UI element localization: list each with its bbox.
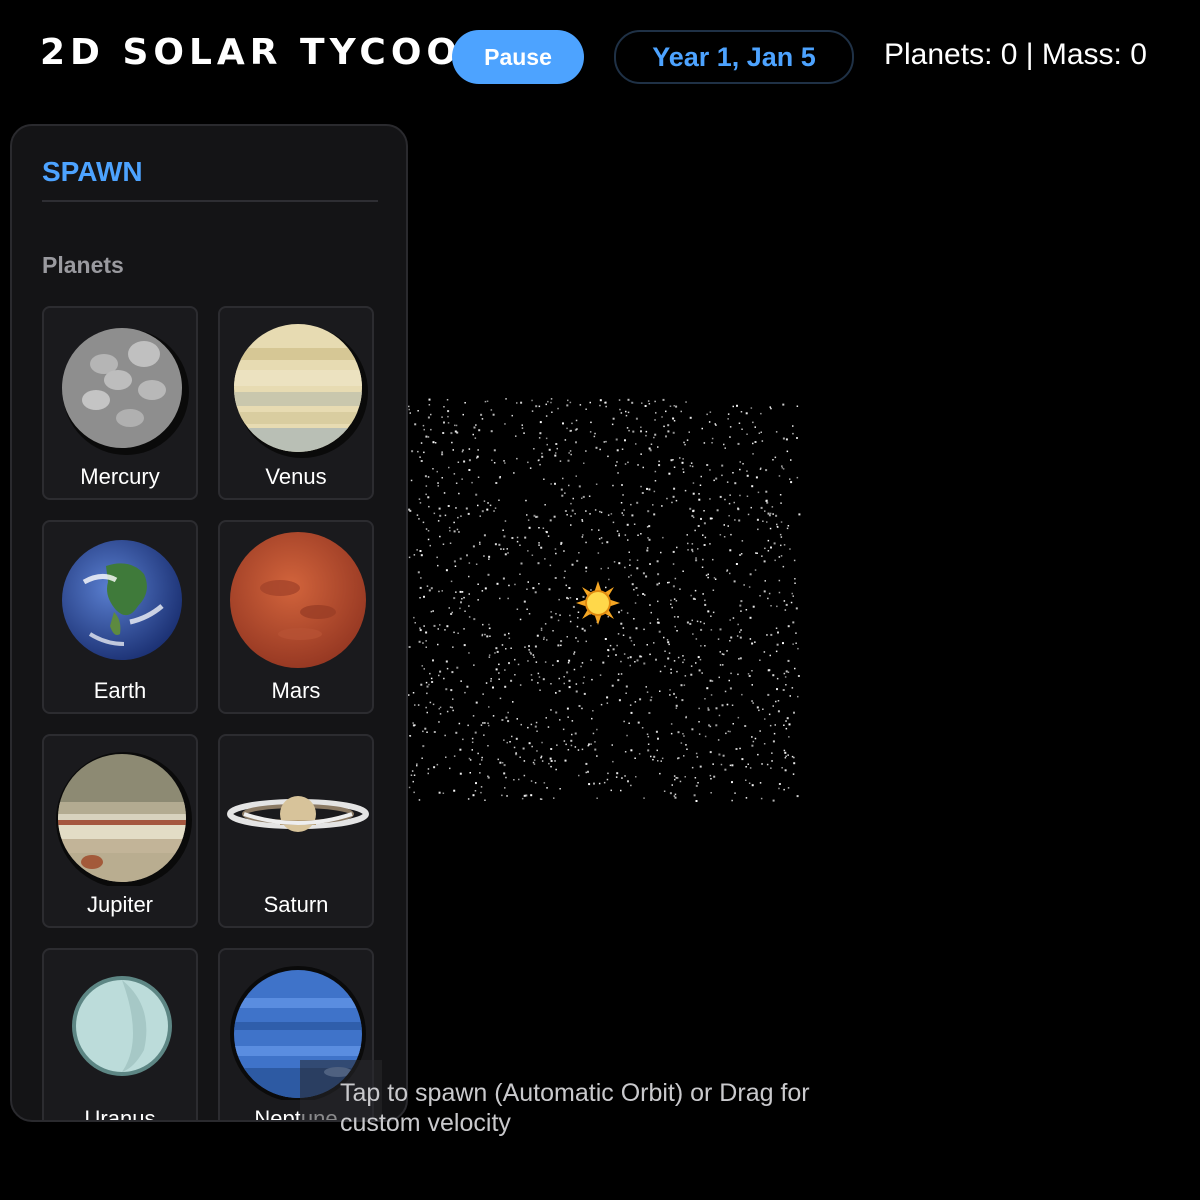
panel-title: SPAWN (42, 156, 143, 187)
jupiter-icon (56, 752, 192, 886)
date-badge: Year 1, Jan 5 (614, 30, 854, 84)
planet-label: Earth (93, 678, 147, 703)
planet-label: Venus (265, 464, 327, 489)
mercury-icon (62, 328, 189, 455)
venus-icon (234, 324, 368, 458)
planet-label: Saturn (263, 892, 329, 917)
planet-label: Mercury (80, 464, 160, 489)
panel-divider (42, 200, 378, 202)
planet-card-earth[interactable]: Earth (42, 520, 198, 714)
hint-text: Tap to spawn (Automatic Orbit) or Drag f… (340, 1079, 810, 1137)
stats-readout: Planets: 0 | Mass: 0 (884, 38, 1147, 71)
planet-label: Mars (271, 678, 321, 703)
saturn-icon (227, 796, 369, 832)
app-title: 2D SOLAR TYCOON (40, 32, 498, 73)
mars-icon (230, 532, 366, 668)
planet-label: Jupiter (86, 892, 154, 917)
sun-icon (576, 581, 620, 625)
planet-card-mars[interactable]: Mars (218, 520, 374, 714)
planet-card-mercury[interactable]: Mercury (42, 306, 198, 500)
planet-card-jupiter[interactable]: Jupiter (42, 734, 198, 928)
planet-card-uranus[interactable]: Uranus (42, 948, 198, 1122)
earth-icon (62, 540, 182, 660)
section-label-planets: Planets (42, 252, 124, 278)
planet-card-saturn[interactable]: Saturn (218, 734, 374, 928)
spawn-panel: SPAWN Planets Mercury Venus Earth Mars J… (10, 124, 408, 1122)
planet-card-venus[interactable]: Venus (218, 306, 374, 500)
uranus-icon (72, 976, 172, 1076)
game-screen: 2D SOLAR TYCOON Pause Year 1, Jan 5 Plan… (0, 0, 1200, 1200)
pause-button[interactable]: Pause (452, 30, 584, 84)
planet-label: Uranus (84, 1106, 156, 1122)
